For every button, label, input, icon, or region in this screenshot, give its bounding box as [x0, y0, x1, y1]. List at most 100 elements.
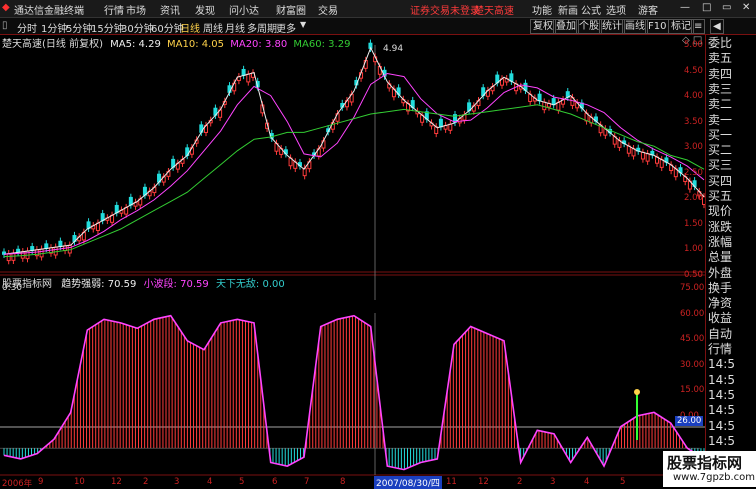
crosshair-date-label: 2007/08/30/四: [374, 476, 442, 489]
indicator-tick: 75.00: [680, 283, 705, 293]
period-30min[interactable]: 30分钟: [121, 20, 154, 35]
side-panel-item[interactable]: 净资: [708, 297, 732, 310]
indicator-tick: 30.00: [680, 359, 705, 370]
list-icon[interactable]: ≡: [691, 19, 706, 34]
period-weekly[interactable]: 周线: [203, 20, 223, 35]
minimize-icon[interactable]: —: [680, 2, 690, 13]
side-panel-item[interactable]: 买四: [708, 174, 732, 188]
crosshair-value-label: 26.00: [675, 416, 704, 426]
candle: [44, 243, 49, 249]
period-more[interactable]: 更多: [276, 20, 296, 35]
side-panel-item[interactable]: 买一: [708, 128, 732, 142]
time-tick: 3: [174, 477, 180, 487]
price-tick: 1.50: [684, 218, 703, 229]
side-panel-item[interactable]: 买五: [708, 190, 732, 203]
signal-dot: [634, 389, 640, 395]
low-price-label: 0.30: [2, 283, 23, 293]
side-panel-item[interactable]: 自动: [708, 327, 732, 341]
side-panel-item[interactable]: 14:5: [708, 388, 735, 402]
side-panel-item[interactable]: 总量: [708, 251, 732, 264]
side-panel-item[interactable]: 14:5: [708, 358, 735, 371]
stock-tag[interactable]: 楚天高速: [474, 2, 514, 17]
watermark: 股票指标网 www.7gpzb.com: [663, 451, 756, 487]
menu-ask[interactable]: 问小达: [229, 2, 259, 17]
time-tick: 2: [517, 477, 523, 487]
side-panel-item[interactable]: 行情: [708, 343, 732, 356]
period-1min[interactable]: 1分钟: [41, 20, 67, 35]
side-panel-item[interactable]: 委比: [708, 37, 732, 50]
more-dropdown-icon[interactable]: ▼: [300, 20, 306, 29]
menu-quotes[interactable]: 行情: [104, 2, 124, 17]
candle: [39, 248, 44, 258]
time-tick: 2006年: [2, 479, 33, 489]
time-tick: 5: [620, 477, 626, 487]
guest-label[interactable]: 游客: [638, 2, 658, 17]
price-tick: 4.00: [684, 91, 703, 101]
candle: [537, 93, 542, 102]
menu-formula[interactable]: 公式: [581, 2, 601, 17]
f10-button[interactable]: F10: [645, 19, 670, 34]
side-panel-item[interactable]: 现价: [708, 205, 732, 218]
menu-function[interactable]: 功能: [532, 2, 552, 17]
menu-news[interactable]: 资讯: [160, 2, 180, 17]
period-5min[interactable]: 5分钟: [66, 20, 92, 35]
period-monthly[interactable]: 月线: [225, 20, 245, 35]
menu-wealth[interactable]: 财富圈: [276, 2, 306, 17]
period-daily[interactable]: 日线: [180, 20, 200, 35]
time-tick: 11: [446, 477, 457, 487]
menu-options[interactable]: 选项: [606, 2, 626, 17]
indicator-tick: 60.00: [680, 308, 705, 319]
price-tick: 3.00: [684, 142, 703, 152]
time-tick: 7: [304, 477, 310, 487]
price-tick: 4.50: [684, 65, 703, 76]
login-alert[interactable]: 证券交易未登录: [410, 2, 480, 17]
side-panel-item[interactable]: 买三: [708, 159, 732, 172]
candle: [67, 244, 72, 254]
side-panel-item[interactable]: 买二: [708, 144, 732, 157]
close-icon[interactable]: ✕: [742, 2, 750, 13]
candle: [645, 153, 650, 162]
side-panel-item[interactable]: 14:5: [708, 434, 735, 448]
candle: [448, 123, 453, 131]
menu-market[interactable]: 市场: [126, 2, 146, 17]
side-panel-item[interactable]: 14:5: [708, 419, 735, 433]
candle: [640, 151, 645, 160]
time-tick: 8: [340, 477, 346, 487]
indicator-bars: [0, 316, 705, 470]
period-tick[interactable]: 分时: [17, 20, 37, 35]
period-15min[interactable]: 15分钟: [91, 20, 124, 35]
side-panel-item[interactable]: 卖三: [708, 82, 732, 96]
sidebar-toggle-icon[interactable]: ▯: [2, 20, 8, 31]
candle: [246, 73, 251, 83]
period-60min[interactable]: 60分钟: [151, 20, 184, 35]
side-panel-item[interactable]: 卖一: [708, 113, 732, 127]
menu-discover[interactable]: 发现: [195, 2, 215, 17]
period-multi[interactable]: 多周期: [247, 20, 277, 35]
side-panel-item[interactable]: 14:5: [708, 404, 735, 417]
candle: [53, 246, 58, 256]
watermark-url: www.7gpzb.com: [673, 472, 755, 483]
side-panel-item[interactable]: 卖五: [708, 52, 732, 65]
side-panel-item[interactable]: 收益: [708, 312, 732, 325]
restore-icon[interactable]: ▭: [722, 2, 731, 13]
time-tick: 12: [111, 477, 122, 487]
side-panel-item[interactable]: 涨跌: [708, 220, 732, 234]
time-tick: 3: [550, 477, 556, 487]
side-panel-item[interactable]: 换手: [708, 281, 732, 295]
side-panel-item[interactable]: 14:5: [708, 373, 735, 387]
kline-chart[interactable]: [0, 35, 705, 487]
menu-new[interactable]: 新画: [558, 2, 578, 17]
side-panel-item[interactable]: 卖二: [708, 98, 732, 111]
side-panel-item[interactable]: 卖四: [708, 67, 732, 81]
candle: [6, 253, 11, 262]
app-logo-icon: ◆: [2, 2, 10, 13]
time-tick: 4: [584, 477, 590, 487]
side-panel-item[interactable]: 涨幅: [708, 235, 732, 249]
collapse-icon[interactable]: ◀: [710, 19, 724, 34]
side-panel-item[interactable]: 外盘: [708, 266, 732, 280]
time-tick: 12: [478, 477, 489, 487]
candle: [551, 98, 556, 106]
maximize-icon[interactable]: □: [702, 2, 711, 13]
menu-trade[interactable]: 交易: [318, 2, 338, 17]
time-tick: 10: [74, 477, 85, 487]
